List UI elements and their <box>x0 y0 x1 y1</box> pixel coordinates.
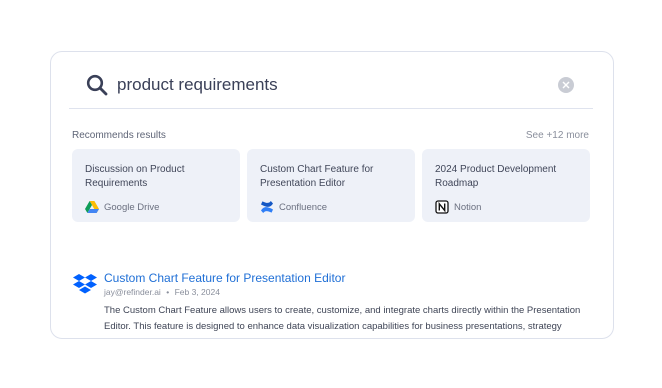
card-source-label: Google Drive <box>104 201 160 213</box>
card-source: Notion <box>435 200 481 214</box>
dropbox-icon <box>73 274 97 294</box>
confluence-icon <box>261 201 273 213</box>
recommendation-card[interactable]: Discussion on Product Requirements Googl… <box>72 149 240 222</box>
meta-separator: • <box>166 287 170 297</box>
recommendation-card[interactable]: Custom Chart Feature for Presentation Ed… <box>247 149 415 222</box>
see-more-link[interactable]: See +12 more <box>526 130 589 141</box>
card-source: Google Drive <box>85 200 159 214</box>
google-drive-icon <box>85 201 99 213</box>
result-meta: jay@refinder.ai • Feb 3, 2024 <box>104 287 220 297</box>
card-source: Confluence <box>260 200 327 214</box>
card-source-label: Confluence <box>279 201 328 213</box>
result-snippet: The Custom Chart Feature allows users to… <box>104 305 581 332</box>
close-icon <box>562 81 570 89</box>
result-title-link[interactable]: Custom Chart Feature for Presentation Ed… <box>104 271 345 285</box>
clear-search-button[interactable] <box>558 77 574 93</box>
card-title: 2024 Product Development Roadmap <box>435 164 557 189</box>
recommendation-card[interactable]: 2024 Product Development Roadmap Notion <box>422 149 590 222</box>
search-bar <box>69 52 593 109</box>
notion-icon <box>435 200 449 214</box>
card-title: Custom Chart Feature for Presentation Ed… <box>260 164 374 189</box>
recommendations-heading: Recommends results <box>72 130 166 141</box>
result-author: jay@refinder.ai <box>104 287 161 297</box>
search-panel: Recommends results See +12 more Discussi… <box>50 51 614 339</box>
result-date: Feb 3, 2024 <box>174 287 220 297</box>
search-icon <box>86 74 108 96</box>
card-source-label: Notion <box>454 201 482 213</box>
card-title: Discussion on Product Requirements <box>85 164 185 189</box>
search-input[interactable] <box>117 70 517 100</box>
recommendation-cards: Discussion on Product Requirements Googl… <box>72 149 590 222</box>
